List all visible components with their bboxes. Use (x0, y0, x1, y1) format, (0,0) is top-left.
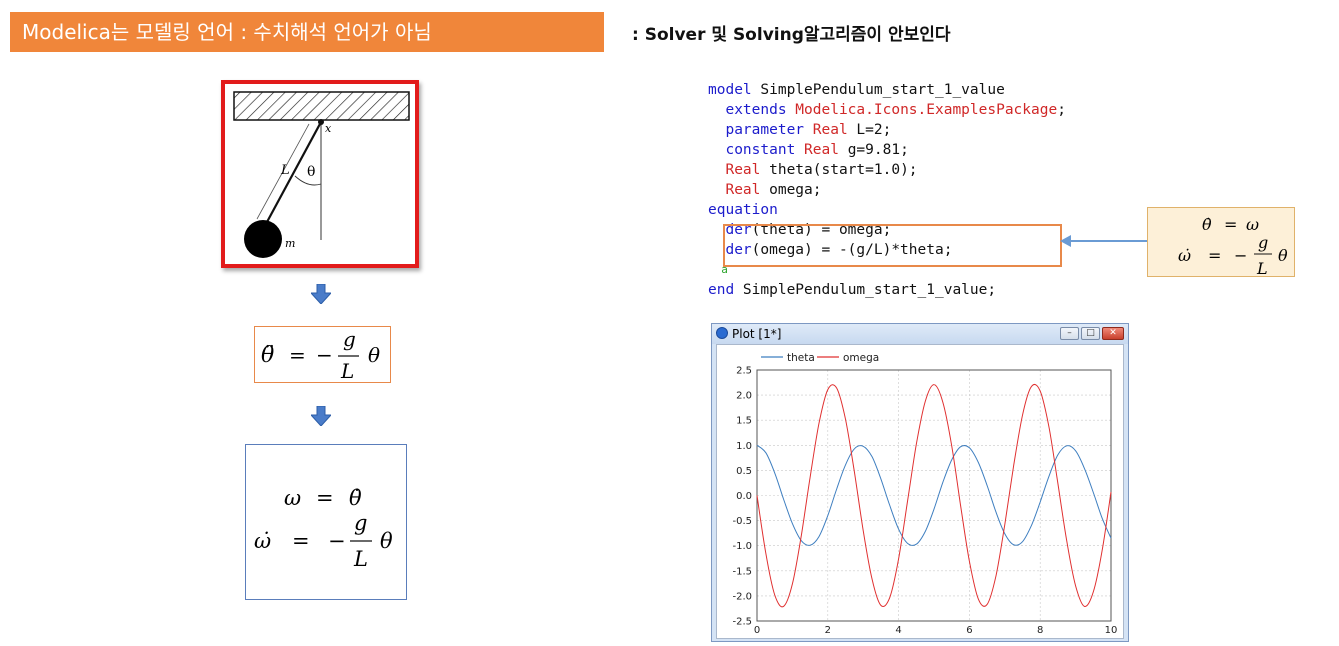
eq1-rhs: θ̇ (349, 486, 362, 510)
x-tick-label: 0 (754, 625, 760, 636)
plot-window-title: Plot [1*] (732, 327, 782, 341)
eq1-lhs: ω (284, 486, 301, 510)
pivot-point (318, 119, 324, 125)
code-line: model SimplePendulum_start_1_value (708, 82, 1005, 98)
y-tick-label: 2.0 (736, 391, 752, 402)
pendulum-mass (244, 220, 282, 258)
x-tick-label: 4 (895, 625, 901, 636)
side-eq2-equals: = (1208, 246, 1221, 265)
y-tick-label: -1.0 (732, 541, 752, 552)
plot-canvas: -2.5 -2.0 -1.5 -1.0 -0.5 0.0 0.5 1.0 1.5 2.0 2.5 0 2… (716, 344, 1124, 639)
pendulum-icon: x L θ m (233, 91, 410, 258)
second-order-equation: θ̈ = − g L θ (254, 326, 391, 383)
code-line: end SimplePendulum_start_1_value; (708, 282, 997, 298)
modelica-code: model SimplePendulum_start_1_value exten… (708, 80, 1066, 300)
label-L: L (280, 163, 290, 178)
eq2-denominator: L (353, 547, 368, 571)
code-line: Real theta(start=1.0); (708, 162, 918, 178)
x-tick-label: 8 (1037, 625, 1043, 636)
eq-numerator: g (343, 327, 356, 351)
equation-highlight-box (723, 224, 1062, 267)
subtitle-text: : Solver 및 Solving알고리즘이 안보인다 (632, 25, 951, 45)
y-tick-label: -0.5 (732, 516, 752, 527)
x-tick-label: 2 (825, 625, 831, 636)
label-theta: θ (307, 164, 315, 180)
y-tick-label: -1.5 (732, 566, 752, 577)
eq2-rhs: θ (380, 529, 393, 553)
title-text: Modelica는 모델링 언어 : 수치해석 언어가 아님 (22, 20, 432, 44)
down-arrow-icon (311, 406, 331, 426)
side-eq2-denominator: L (1256, 259, 1268, 278)
label-m: m (285, 237, 295, 250)
plot-window[interactable]: Plot [1*] – □ ✕ -2.5 -2.0 -1.5 -1.0 -0.5 0.0 0… (711, 323, 1129, 642)
code-line: Real omega; (708, 182, 822, 198)
title-banner: Modelica는 모델링 언어 : 수치해석 언어가 아님 (10, 12, 604, 52)
legend-label-omega: omega (843, 352, 879, 364)
code-line: parameter Real L=2; (708, 122, 892, 138)
maximize-button[interactable]: □ (1081, 327, 1100, 340)
plot-titlebar[interactable]: Plot [1*] – □ ✕ (712, 324, 1128, 344)
side-eq2-rhs: θ (1278, 246, 1288, 265)
x-tick-label: 6 (966, 625, 972, 636)
left-arrow-icon (1060, 235, 1148, 247)
side-eq1-equals: = (1224, 215, 1237, 234)
down-arrow-icon (311, 284, 331, 304)
y-tick-label: 1.5 (736, 416, 752, 427)
code-line: equation (708, 202, 778, 218)
x-tick-label: 10 (1105, 625, 1118, 636)
side-eq1-lhs: θ̇ (1202, 215, 1212, 234)
eq2-numerator: g (354, 511, 367, 535)
eq-denominator: L (340, 359, 354, 383)
label-x: x (325, 122, 332, 135)
eq1-equals: = (316, 486, 334, 510)
y-tick-label: 0.5 (736, 466, 752, 477)
code-line: extends Modelica.Icons.ExamplesPackage; (708, 102, 1066, 118)
y-tick-label: 1.0 (736, 441, 752, 452)
minimize-button[interactable]: – (1060, 327, 1079, 340)
eq-lhs: θ̈ (261, 343, 274, 368)
pendulum-figure: x L θ m (221, 80, 419, 268)
eq2-equals: = (292, 529, 310, 553)
legend-label-theta: theta (787, 352, 815, 364)
side-equation-box: θ̇ = ω ω̇ = − g L θ (1147, 207, 1295, 278)
eq2-minus: − (328, 529, 346, 553)
y-tick-label: -2.0 (732, 591, 752, 602)
eq-rhs: θ (368, 343, 380, 367)
side-eq2-numerator: g (1258, 233, 1268, 252)
line-chart: -2.5 -2.0 -1.5 -1.0 -0.5 0.0 0.5 1.0 1.5 2.0 2.5 0 2… (732, 352, 1118, 636)
side-eq2-minus: − (1234, 246, 1247, 265)
eq-equals: = (289, 343, 306, 367)
app-icon (716, 327, 728, 339)
y-tick-label: 2.5 (736, 366, 752, 377)
eq2-lhs: ω̇ (254, 529, 271, 553)
close-button[interactable]: ✕ (1102, 327, 1124, 340)
side-eq1-rhs: ω (1246, 215, 1259, 234)
y-tick-label: -2.5 (732, 617, 752, 628)
ceiling-hatch (233, 91, 410, 121)
side-eq2-lhs: ω̇ (1178, 246, 1191, 265)
eq-minus: − (316, 343, 333, 367)
first-order-system: ω = θ̇ ω̇ = − g L θ (245, 444, 407, 600)
y-tick-label: 0.0 (736, 491, 752, 502)
code-line: constant Real g=9.81; (708, 142, 909, 158)
